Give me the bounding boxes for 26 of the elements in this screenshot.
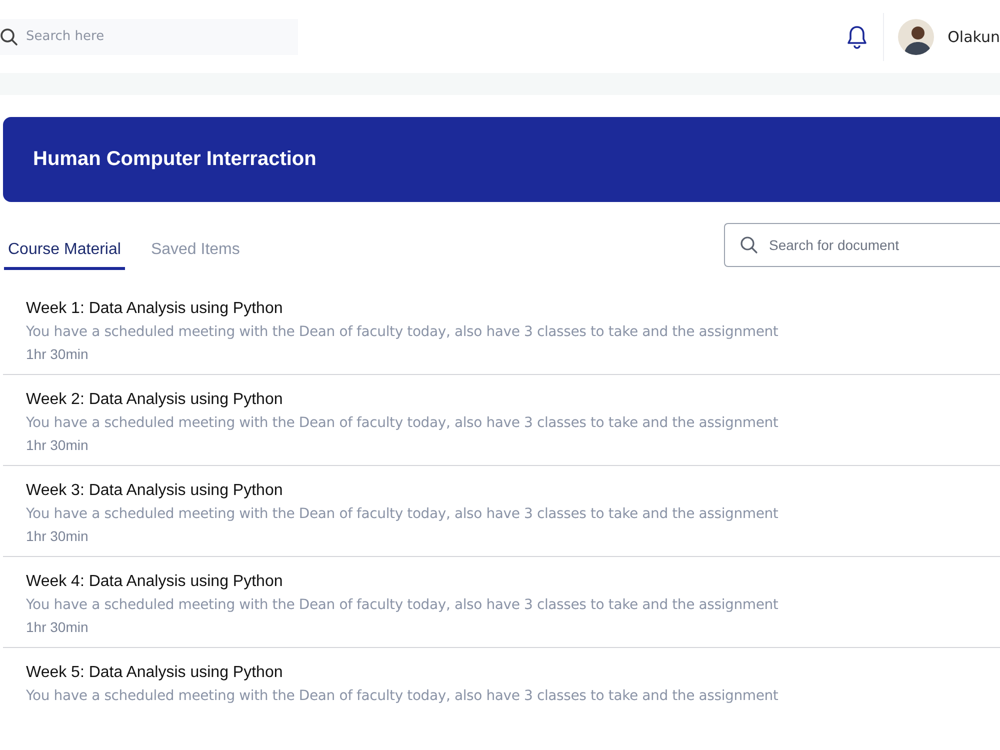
material-duration: 1hr 30min — [26, 346, 90, 362]
material-duration: 1hr 30min — [26, 619, 90, 635]
material-item[interactable]: Week 3: Data Analysis using Python You have a scheduled meeting with the Dean of faculty today, also have 3 classes to take and the assignment 1hr 30min — [3, 466, 1000, 557]
material-title: Week 1: Data Analysis using Python — [26, 300, 284, 318]
tab[interactable]: Course Material — [4, 237, 125, 270]
material-title: Week 4: Data Analysis using Python — [26, 573, 284, 591]
material-item[interactable]: Week 2: Data Analysis using Python You have a scheduled meeting with the Dean of faculty today, also have 3 classes to take and the assignment 1hr 30min — [3, 375, 1000, 466]
material-item[interactable]: Week 1: Data Analysis using Python You have a scheduled meeting with the Dean of faculty today, also have 3 classes to take and the assignment 1hr 30min — [3, 284, 1000, 375]
material-title: Week 3: Data Analysis using Python — [26, 482, 284, 500]
avatar-icon[interactable] — [898, 18, 934, 54]
user-name: Olakun — [948, 28, 1000, 46]
material-duration: 1hr 30min — [26, 437, 90, 453]
material-title: Week 2: Data Analysis using Python — [26, 391, 284, 409]
document-search-field[interactable]: Search for document — [724, 223, 1000, 267]
material-title: Week 5: Data Analysis using Python — [26, 664, 284, 682]
material-description: You have a scheduled meeting with the Dean of faculty today, also have 3 classes to take and the assignment — [26, 415, 780, 431]
material-description: You have a scheduled meeting with the Dean of faculty today, also have 3 classes to take and the assignment — [26, 324, 780, 340]
material-description: You have a scheduled meeting with the Dean of faculty today, also have 3 classes to take and the assignment — [26, 506, 780, 522]
search-field[interactable]: Search here — [0, 18, 298, 54]
material-item[interactable]: Week 4: Data Analysis using Python You have a scheduled meeting with the Dean of faculty today, also have 3 classes to take and the assignment 1hr 30min — [3, 557, 1000, 648]
material-duration: 1hr 30min — [26, 528, 90, 544]
bell-icon[interactable] — [846, 24, 867, 48]
material-item[interactable]: Week 5: Data Analysis using Python You have a scheduled meeting with the Dean of faculty today, also have 3 classes to take and the assignment — [3, 648, 1000, 716]
material-description: You have a scheduled meeting with the Dean of faculty today, also have 3 classes to take and the assignment — [26, 597, 780, 613]
material-description: You have a scheduled meeting with the Dean of faculty today, also have 3 classes to take and the assignment — [26, 688, 780, 704]
course-title: Human Computer Interraction — [33, 148, 316, 171]
